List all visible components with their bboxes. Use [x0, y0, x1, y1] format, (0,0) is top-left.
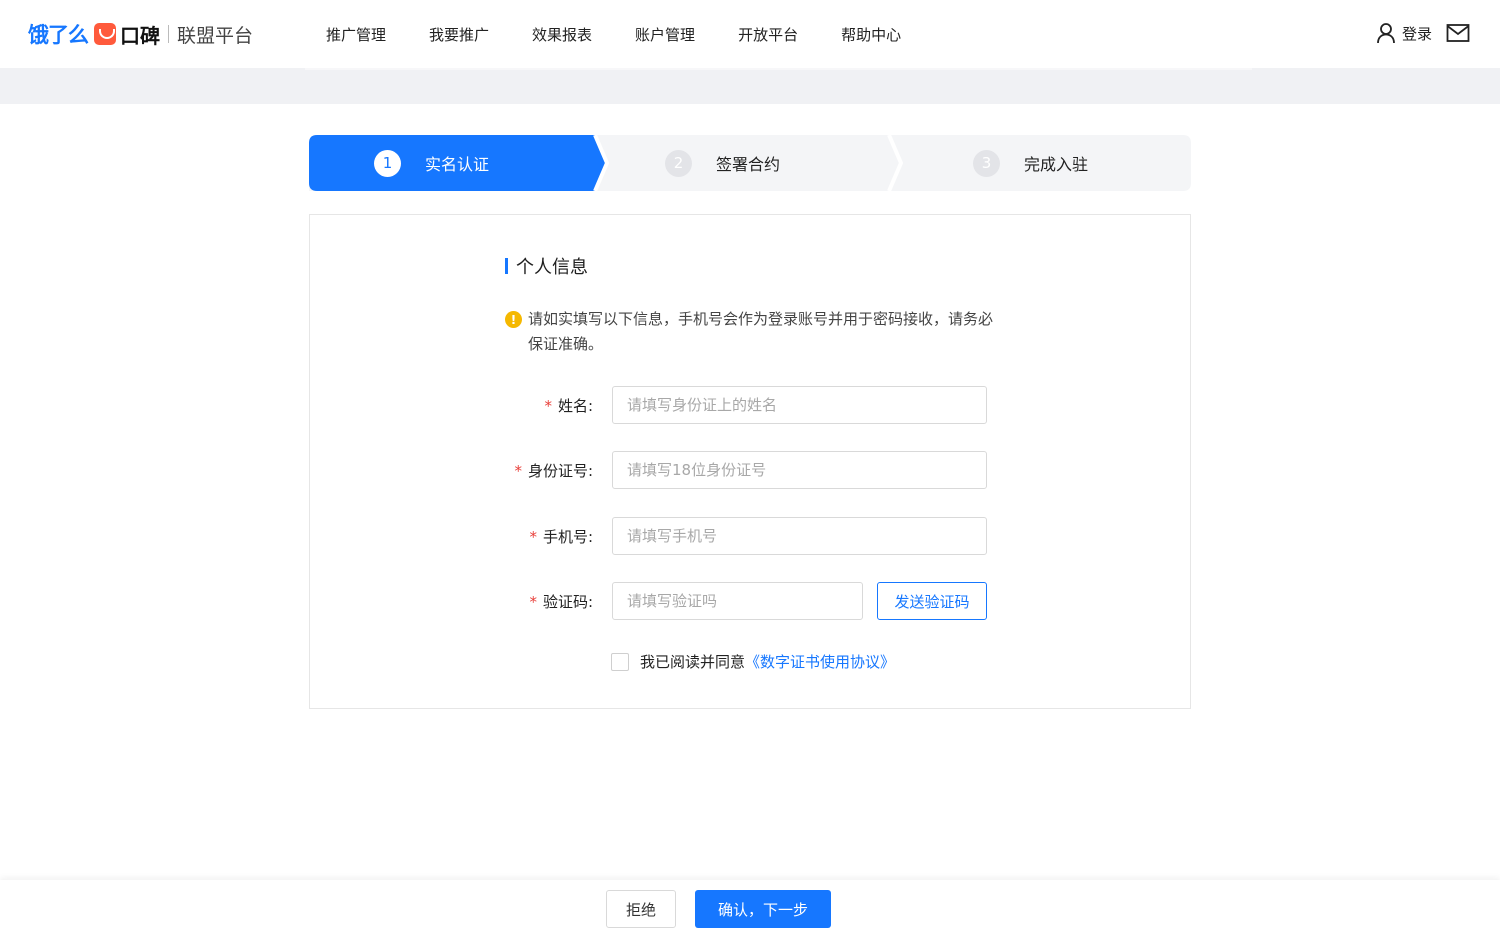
section-title-text: 个人信息: [516, 257, 588, 278]
step-1-number: 1: [374, 149, 401, 177]
id-number-row: * 身份证号:: [310, 451, 1190, 489]
logo-divider: [168, 25, 169, 43]
agreement-checkbox[interactable]: [611, 652, 629, 671]
nav-item-reports[interactable]: 效果报表: [532, 24, 592, 45]
verification-code-input[interactable]: [612, 582, 863, 620]
section-title-bar: [505, 258, 508, 274]
name-input[interactable]: [612, 386, 987, 424]
name-row: * 姓名:: [310, 386, 1190, 424]
step-2[interactable]: 2 签署合约: [665, 135, 780, 191]
step-progress: 1 实名认证 2 签署合约 3 完成入驻: [309, 135, 1191, 191]
notice: ! 请如实填写以下信息，手机号会作为登录账号并用于密码接收，请务必保证准确。: [505, 307, 1005, 357]
nav-item-promote[interactable]: 我要推广: [429, 24, 489, 45]
send-code-button[interactable]: 发送验证码: [877, 582, 987, 620]
step-3-number: 3: [973, 149, 1000, 177]
code-label: * 验证码:: [529, 592, 593, 611]
mail-icon[interactable]: [1446, 23, 1470, 43]
agreement: 我已阅读并同意 《数字证书使用协议》: [611, 651, 895, 672]
koubei-logo-icon: [94, 23, 116, 45]
logo-eleme-text: 饿了么: [28, 23, 89, 47]
step-2-number: 2: [665, 149, 692, 177]
header-divider-highlight: [305, 68, 1252, 70]
login-link[interactable]: 登录: [1402, 23, 1432, 44]
logo-koubei-text: 口碑: [120, 23, 160, 48]
step-3[interactable]: 3 完成入驻: [973, 135, 1088, 191]
nav-item-promotion-management[interactable]: 推广管理: [326, 24, 386, 45]
name-label: * 姓名:: [544, 396, 593, 415]
required-mark: *: [514, 461, 522, 480]
nav-item-account[interactable]: 账户管理: [635, 24, 695, 45]
warning-icon: !: [505, 311, 522, 328]
personal-info-card: 个人信息 ! 请如实填写以下信息，手机号会作为登录账号并用于密码接收，请务必保证…: [309, 214, 1191, 709]
id-number-label: * 身份证号:: [514, 461, 593, 480]
step-2-label: 签署合约: [716, 155, 781, 174]
logo[interactable]: 饿了么 口碑 联盟平台: [28, 20, 253, 48]
step-1-label: 实名认证: [425, 155, 490, 174]
id-number-input[interactable]: [612, 451, 987, 489]
code-row: *验证码: 发送验证码: [310, 582, 1190, 620]
footer-action-bar: 拒绝 确认，下一步: [0, 880, 1500, 937]
main-nav: 推广管理 我要推广 效果报表 账户管理 开放平台 帮助中心: [326, 24, 944, 45]
phone-row: * 手机号:: [310, 517, 1190, 555]
top-header: 饿了么 口碑 联盟平台 推广管理 我要推广 效果报表 账户管理 开放平台 帮助中…: [0, 0, 1500, 68]
step-3-label: 完成入驻: [1024, 155, 1089, 174]
required-mark: *: [529, 592, 537, 611]
logo-platform-text: 联盟平台: [177, 24, 254, 47]
agreement-link[interactable]: 《数字证书使用协议》: [745, 651, 895, 672]
required-mark: *: [529, 527, 537, 546]
confirm-next-button[interactable]: 确认，下一步: [695, 890, 831, 928]
reject-button[interactable]: 拒绝: [606, 890, 676, 928]
phone-label: * 手机号:: [529, 527, 593, 546]
header-actions: 登录: [1376, 22, 1470, 44]
required-mark: *: [544, 396, 552, 415]
user-icon[interactable]: [1376, 22, 1396, 44]
phone-input[interactable]: [612, 517, 987, 555]
agreement-text: 我已阅读并同意: [640, 653, 746, 671]
nav-item-open-platform[interactable]: 开放平台: [738, 24, 798, 45]
section-title: 个人信息: [505, 253, 588, 279]
notice-text: 请如实填写以下信息，手机号会作为登录账号并用于密码接收，请务必保证准确。: [528, 310, 994, 353]
step-1[interactable]: 1 实名认证: [374, 135, 489, 191]
nav-item-help[interactable]: 帮助中心: [841, 24, 901, 45]
header-divider-band: [0, 68, 1500, 104]
